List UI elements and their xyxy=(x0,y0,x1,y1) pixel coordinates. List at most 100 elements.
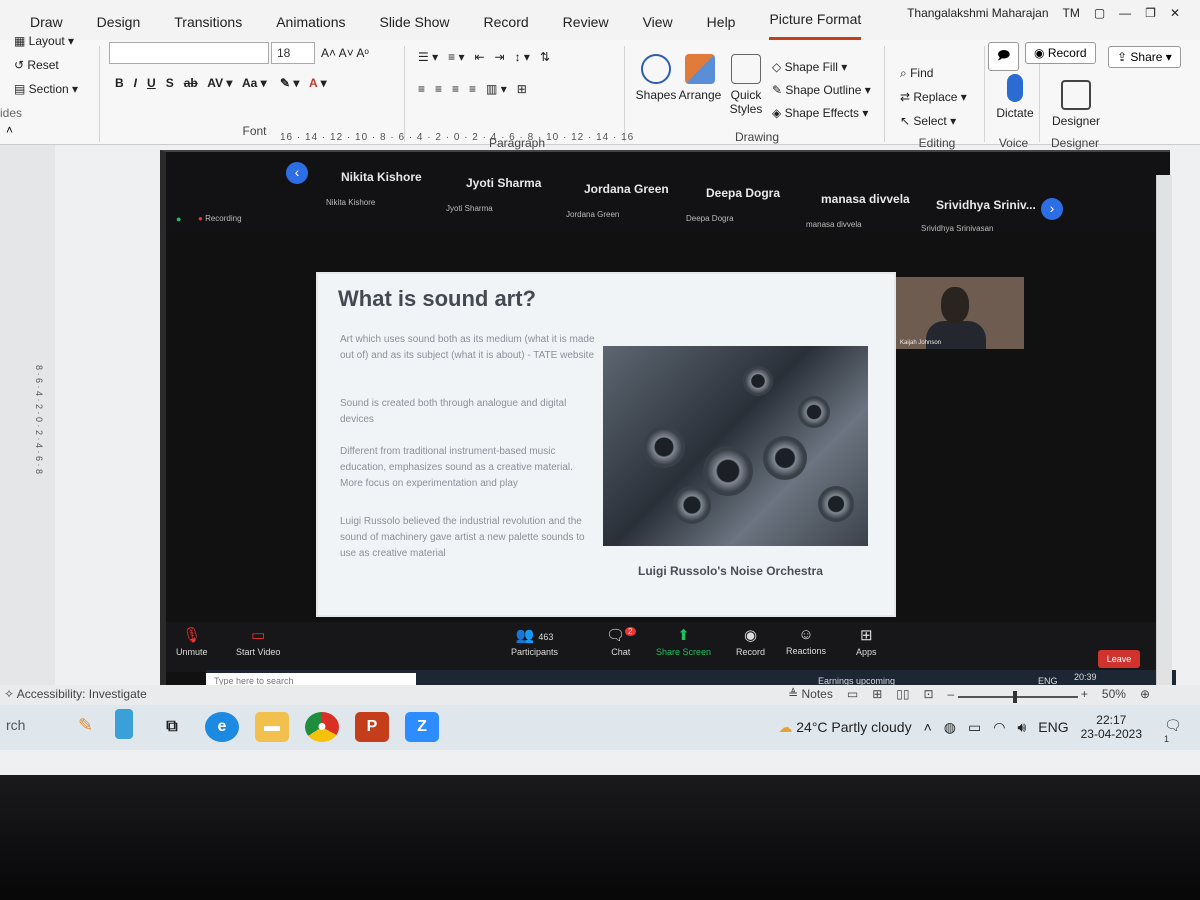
notes-button[interactable]: ≜ Notes xyxy=(788,687,833,701)
select-button[interactable]: ↖ Select ▾ xyxy=(900,114,956,128)
designer-group-label: Designer xyxy=(1050,136,1100,150)
clock-date: 23-04-2023 xyxy=(1080,727,1142,741)
weather-widget[interactable]: ☁ 24°C Partly cloudy xyxy=(778,719,911,736)
clock-time: 22:17 xyxy=(1096,713,1127,727)
language-indicator[interactable]: ENG xyxy=(1038,719,1068,735)
minimize-icon[interactable]: — xyxy=(1119,6,1131,20)
tab-slide-show[interactable]: Slide Show xyxy=(379,14,449,40)
zoom-level[interactable]: 50% xyxy=(1102,687,1126,701)
participants-icon: 👥 463 xyxy=(515,627,554,644)
grow-font-icon[interactable]: A˄ A˅ Aᵒ xyxy=(321,46,369,60)
prev-participants-button[interactable]: ‹ xyxy=(286,162,308,184)
windows-taskbar: rch ✎ ⧉ e ▬ ● P Z ☁ 24°C Partly cloudy ˄… xyxy=(0,705,1200,750)
find-button[interactable]: ⌕ Find xyxy=(900,66,933,81)
wifi-icon[interactable]: ◠ xyxy=(993,719,1005,736)
monitor-bezel xyxy=(0,775,1200,900)
close-icon[interactable]: ✕ xyxy=(1170,6,1180,20)
font-size-field[interactable]: 18 xyxy=(271,42,315,64)
tab-help[interactable]: Help xyxy=(707,14,736,40)
tab-review[interactable]: Review xyxy=(563,14,609,40)
tab-transitions[interactable]: Transitions xyxy=(174,14,242,40)
zoom-slider[interactable]: – + xyxy=(948,687,1088,703)
fit-slide-icon[interactable]: ⊕ xyxy=(1140,687,1150,701)
tab-record[interactable]: Record xyxy=(484,14,529,40)
task-view-icon[interactable]: ⧉ xyxy=(155,712,189,742)
font-group: 18 A˄ A˅ Aᵒ B I U S ab AV ▾ Aa ▾ ✎ ▾ A ▾… xyxy=(105,42,405,142)
drawing-group: Shapes Arrange Quick Styles ◇ Shape Fill… xyxy=(630,46,885,144)
participant-video-tile[interactable]: Kaijah Johnson xyxy=(896,277,1024,349)
show-hidden-icons-icon[interactable]: ˄ xyxy=(924,719,932,735)
list-buttons[interactable]: ☰ ▾ ≡ ▾ ⇤ ⇥ ↕ ▾ ⇅ xyxy=(418,50,550,64)
participant-name: Nikita Kishore xyxy=(341,170,422,184)
start-video-button[interactable]: ▭ Start Video xyxy=(236,626,280,657)
horizontal-ruler: 16 · 14 · 12 · 10 · 8 · 6 · 4 · 2 · 0 · … xyxy=(280,132,635,143)
unmute-button[interactable]: 🎙︎ Unmute xyxy=(176,626,208,657)
network-icon[interactable]: ◍ xyxy=(944,719,956,736)
layout-button[interactable]: ▦ Layout ▾ xyxy=(14,34,74,48)
tab-picture-format[interactable]: Picture Format xyxy=(769,11,862,40)
user-initials[interactable]: TM xyxy=(1063,6,1080,20)
tab-animations[interactable]: Animations xyxy=(276,14,345,40)
maximize-icon[interactable]: ❐ xyxy=(1145,6,1156,20)
align-buttons[interactable]: ≡ ≡ ≡ ≡ ▥ ▾ ⊞ xyxy=(418,82,527,96)
reading-view-icon[interactable]: ▯▯ xyxy=(896,687,909,701)
font-format-row[interactable]: B I U S ab AV ▾ Aa ▾ ✎ ▾ A ▾ xyxy=(115,76,327,90)
volume-icon[interactable]: 🔊︎ xyxy=(1017,719,1026,736)
reset-button[interactable]: ↺ Reset xyxy=(14,58,59,72)
clock[interactable]: 22:17 23-04-2023 xyxy=(1081,713,1142,741)
tab-view[interactable]: View xyxy=(643,14,673,40)
vertical-scrollbar[interactable] xyxy=(1156,175,1172,685)
status-right-controls: ≜ Notes ▭ ⊞ ▯▯ ⊡ – + 50% ⊕ xyxy=(788,687,1150,703)
comments-button[interactable]: 🗩 xyxy=(988,42,1020,71)
accessibility-status[interactable]: ✧ Accessibility: Investigate xyxy=(4,687,147,701)
participant-subname: Deepa Dogra xyxy=(686,214,734,223)
notification-center-icon[interactable]: 🗨1 xyxy=(1164,717,1186,744)
search-icon: ⌕ xyxy=(900,66,907,80)
participant-name: manasa divvela xyxy=(821,192,910,206)
reactions-icon: ☺ xyxy=(798,626,814,643)
dictate-button[interactable]: Dictate xyxy=(990,74,1040,120)
shape-outline-button[interactable]: ✎ Shape Outline ▾ xyxy=(772,83,871,97)
chrome-browser-icon[interactable]: ● xyxy=(305,712,339,742)
collapse-pane-icon[interactable]: ˄ xyxy=(6,123,13,137)
section-button[interactable]: ▤ Section ▾ xyxy=(14,82,78,96)
next-participants-button[interactable]: › xyxy=(1041,198,1063,220)
leave-button[interactable]: Leave xyxy=(1098,650,1140,668)
shape-effects-button[interactable]: ◈ Shape Effects ▾ xyxy=(772,106,868,120)
record-button[interactable]: ◉ Record xyxy=(1025,42,1096,64)
recording-indicator[interactable]: ● Recording xyxy=(198,214,242,223)
chat-icon: 🗨 2 xyxy=(606,626,636,644)
share-screen-button[interactable]: ⬆ Share Screen xyxy=(656,626,711,657)
window-restore-icon[interactable]: ▢ xyxy=(1094,6,1105,20)
slide-paragraph: Different from traditional instrument-ba… xyxy=(340,446,573,489)
shapes-button[interactable]: Shapes xyxy=(634,54,678,102)
microphone-icon xyxy=(1007,74,1023,102)
participant-subname: Jyoti Sharma xyxy=(446,204,493,213)
share-button[interactable]: ⇪ Share ▾ xyxy=(1108,46,1181,68)
zoom-app-icon[interactable]: Z xyxy=(405,712,439,742)
arrange-button[interactable]: Arrange xyxy=(678,54,722,102)
monitor-screen: Draw Design Transitions Animations Slide… xyxy=(0,0,1200,775)
file-explorer-icon[interactable]: ▬ xyxy=(255,712,289,742)
shape-fill-button[interactable]: ◇ Shape Fill ▾ xyxy=(772,60,847,74)
quick-styles-button[interactable]: Quick Styles xyxy=(726,54,766,116)
replace-button[interactable]: ⇄ Replace ▾ xyxy=(900,90,967,104)
edge-browser-icon[interactable]: e xyxy=(205,712,239,742)
zoom-record-button[interactable]: ◉ Record xyxy=(736,626,765,657)
reactions-button[interactable]: ☺ Reactions xyxy=(786,626,826,656)
phone-app-icon[interactable] xyxy=(115,709,133,739)
tab-design[interactable]: Design xyxy=(97,14,141,40)
powerpoint-app-icon[interactable]: P xyxy=(355,712,389,742)
apps-button[interactable]: ⊞ Apps xyxy=(856,626,877,657)
battery-icon[interactable]: ▭ xyxy=(968,719,981,736)
participant-subname: Nikita Kishore xyxy=(326,198,376,207)
font-name-field[interactable] xyxy=(109,42,269,64)
slides-group: ▦ Layout ▾ ↺ Reset ▤ Section ▾ ides xyxy=(0,34,100,142)
chat-button[interactable]: 🗨 2 Chat xyxy=(606,626,636,657)
designer-button[interactable]: Designer xyxy=(1048,80,1104,128)
normal-view-icon[interactable]: ▭ xyxy=(847,687,858,701)
participants-button[interactable]: 👥 463 Participants xyxy=(511,626,558,657)
whiteboard-app-icon[interactable]: ✎ xyxy=(78,715,93,736)
slide-sorter-icon[interactable]: ⊞ xyxy=(872,687,882,701)
slideshow-icon[interactable]: ⊡ xyxy=(923,687,933,701)
